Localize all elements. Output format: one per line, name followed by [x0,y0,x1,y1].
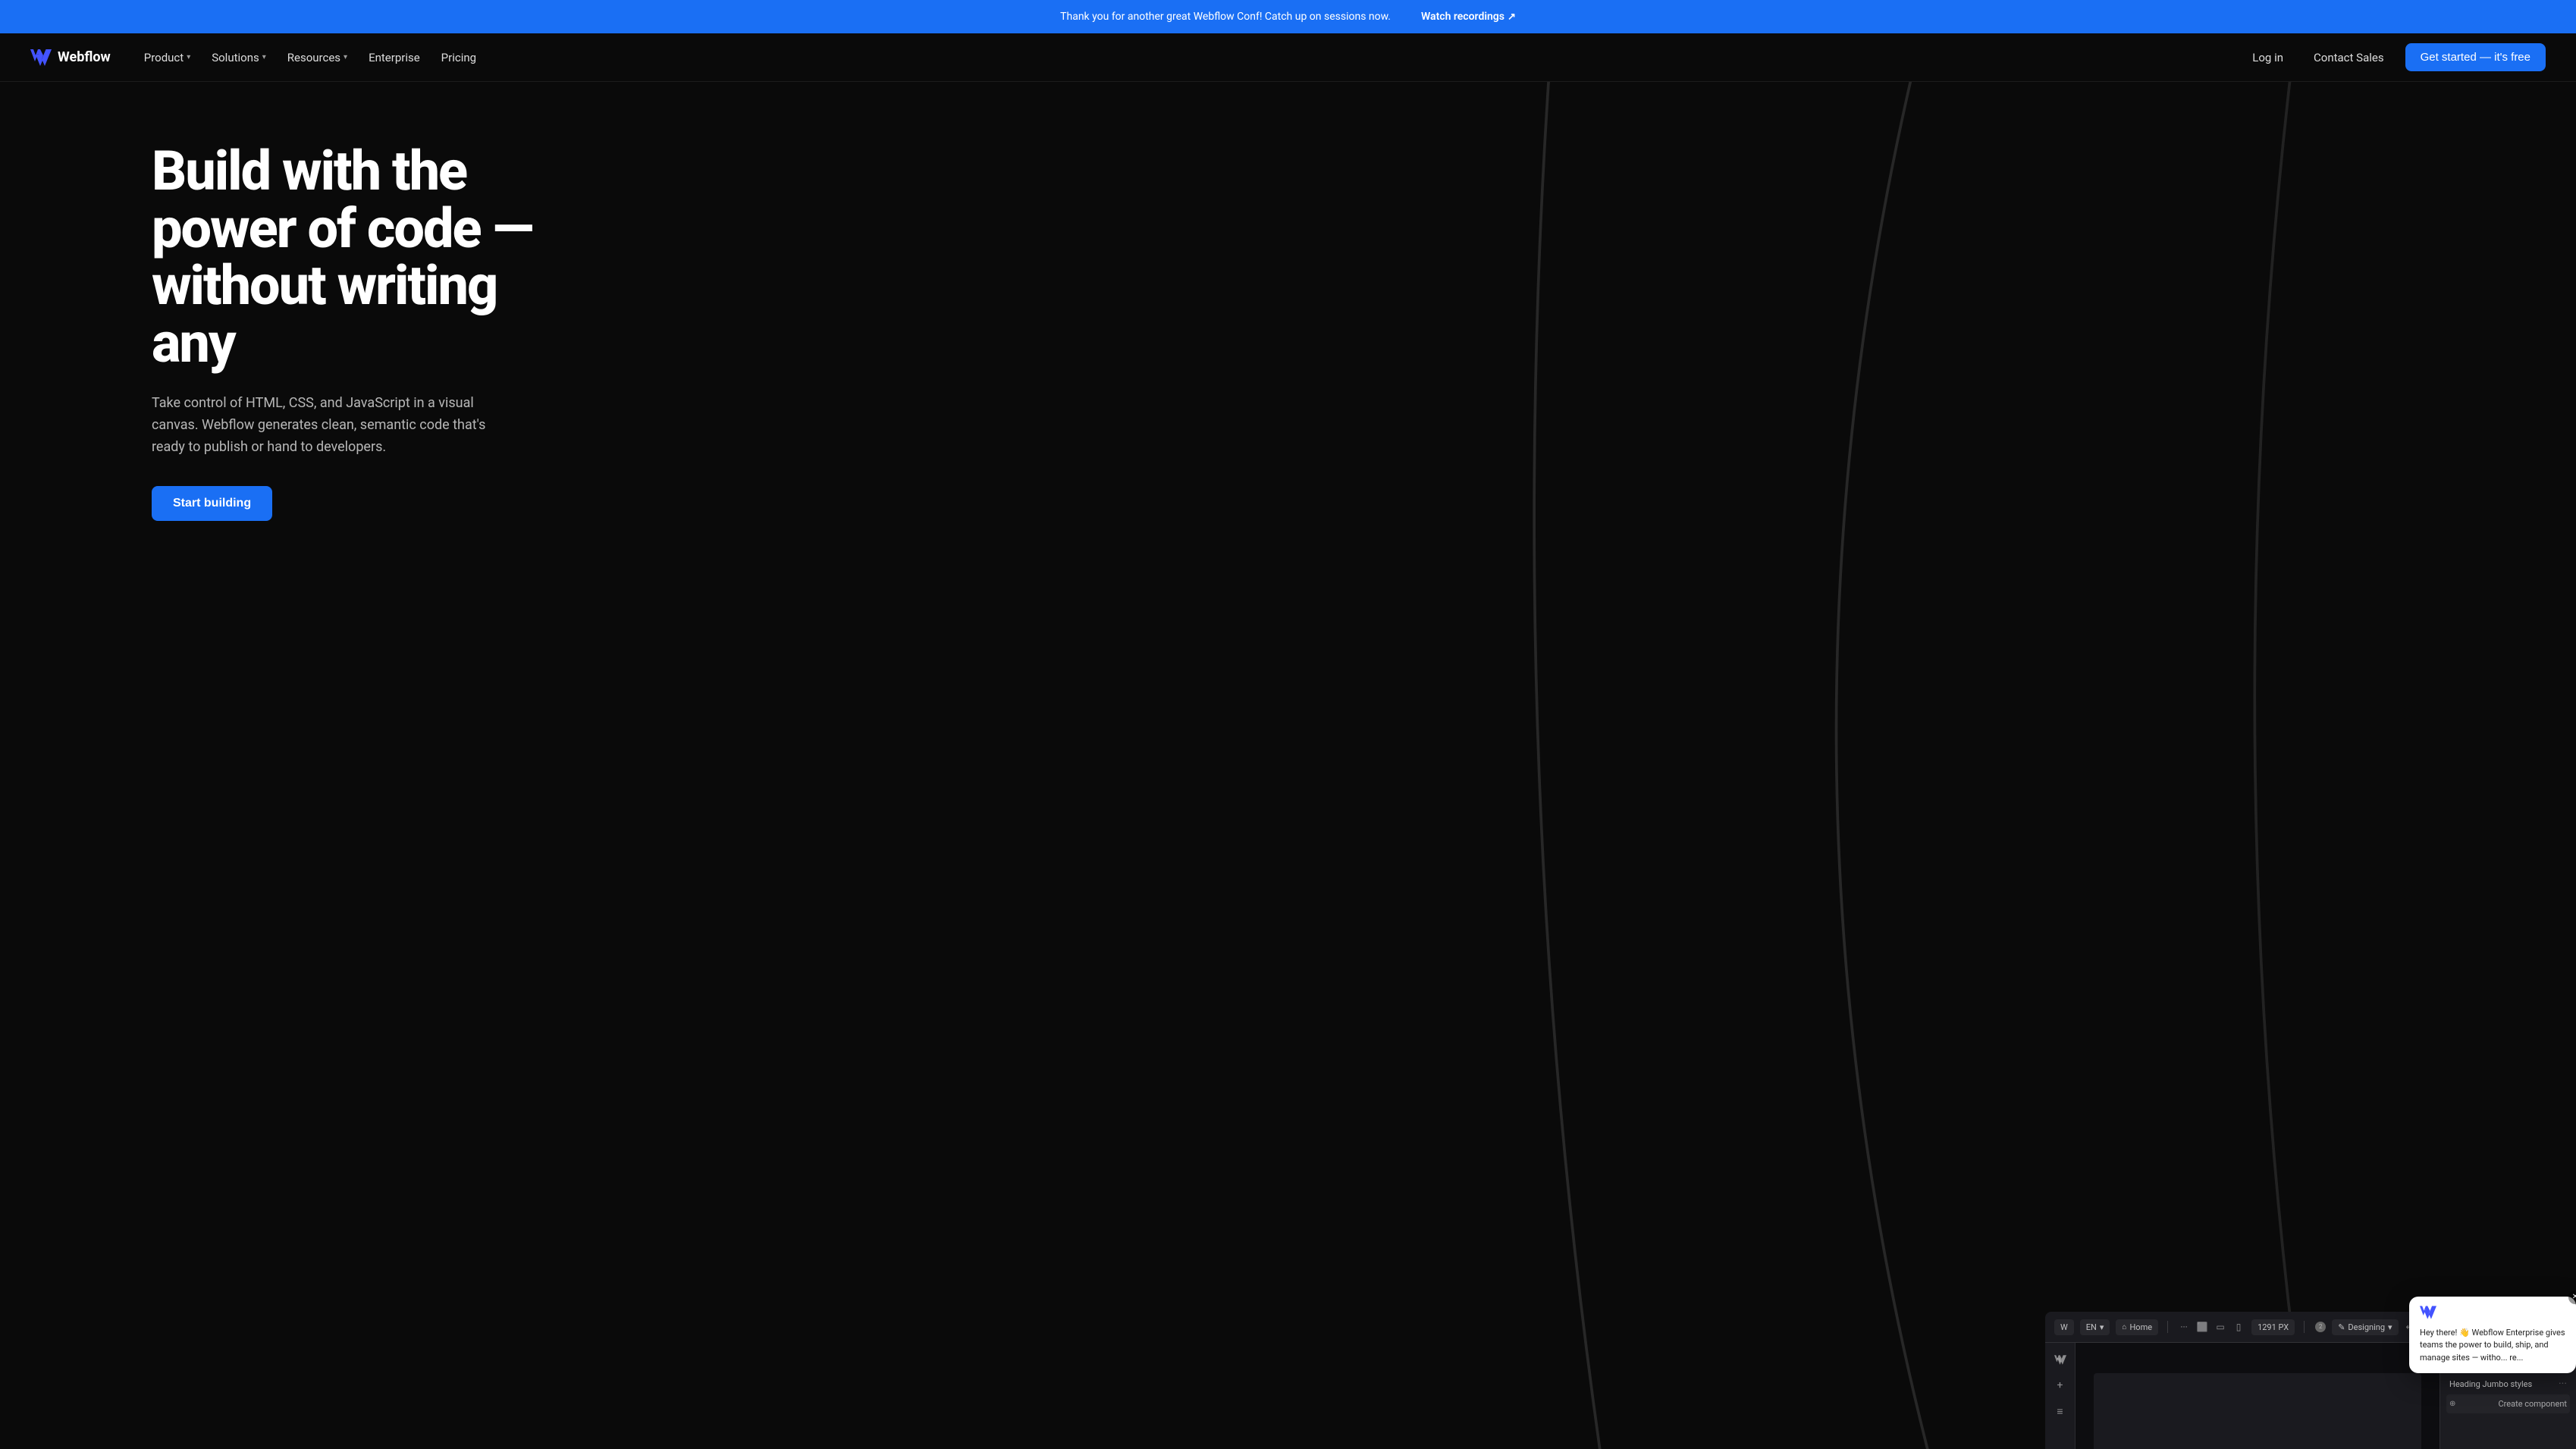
product-chevron: ▾ [187,53,190,61]
hero-section: Build with the power of code — without w… [0,82,2576,1449]
mobile-icon[interactable]: ▯ [2232,1320,2245,1334]
toolbar-dots-icon[interactable]: ··· [2177,1320,2191,1334]
start-building-button[interactable]: Start building [152,486,272,521]
create-component-label: Create component [2499,1399,2567,1409]
toolbar-separator-2 [2304,1321,2305,1333]
get-started-button[interactable]: Get started — it's free [2405,43,2546,71]
chat-webflow-logo [2420,1306,2436,1319]
toolbar-page[interactable]: ⌂ Home [2116,1319,2158,1335]
editor-layers-icon[interactable]: ≡ [2050,1400,2071,1422]
webflow-logo-icon [30,49,52,66]
nav-links: Product ▾ Solutions ▾ Resources ▾ Enterp… [135,45,485,71]
hero-content: Build with the power of code — without w… [152,143,576,521]
chat-text: Hey there! 👋 Webflow Enterprise gives te… [2420,1327,2565,1365]
toolbar-separator-1 [2167,1321,2168,1333]
resources-chevron: ▾ [344,53,347,61]
announcement-text: Thank you for another great Webflow Conf… [1060,11,1391,23]
nav-product[interactable]: Product ▾ [135,45,199,71]
logo-link[interactable]: Webflow [30,49,111,66]
hero-subtitle: Take control of HTML, CSS, and JavaScrip… [152,393,516,458]
editor-canvas[interactable] [2076,1343,2440,1449]
desktop-icon[interactable]: ⬜ [2195,1320,2209,1334]
webflow-small-icon [2054,1355,2066,1365]
login-link[interactable]: Log in [2243,45,2292,71]
toolbar-px: 1291 PX [2251,1319,2295,1335]
solutions-chevron: ▾ [262,53,266,61]
hero-background [902,82,2576,1449]
nav-left: Webflow Product ▾ Solutions ▾ Resources … [30,45,485,71]
editor-mockup: W EN ▾ ⌂ Home ··· ⬜ ▭ ▯ 1291 PX [2045,1312,2576,1449]
style-row-heading: Heading Jumbo styles ··· [2446,1373,2570,1394]
toolbar-users-icon: 2 [2314,1320,2327,1334]
home-icon: ⌂ [2122,1323,2126,1331]
watch-recordings-link[interactable]: Watch recordings [1421,11,1516,23]
nav-pricing[interactable]: Pricing [432,45,485,71]
tablet-icon[interactable]: ▭ [2214,1320,2227,1334]
style-row-component[interactable]: ⊕ Create component [2446,1394,2570,1413]
nav-resources[interactable]: Resources ▾ [278,45,356,71]
editor-logo-icon[interactable] [2050,1349,2071,1370]
design-mode-chevron: ▾ [2388,1322,2392,1332]
toolbar-design-mode[interactable]: ✎ Designing ▾ [2332,1319,2398,1335]
chat-bubble: ✕ Hey there! 👋 Webflow Enterprise gives … [2409,1297,2576,1374]
announcement-bar: Thank you for another great Webflow Conf… [0,0,2576,33]
editor-add-icon[interactable]: + [2050,1375,2071,1396]
toolbar-logo: W [2054,1319,2074,1335]
logo-text: Webflow [58,49,111,65]
toolbar-device-icons: ··· ⬜ ▭ ▯ [2177,1320,2245,1334]
editor-left-panel: + ≡ [2045,1343,2076,1449]
nav-right: Log in Contact Sales Get started — it's … [2243,43,2546,71]
editor-right-content: Heading Jumbo styles ··· ⊕ Create compon… [2440,1367,2576,1419]
pen-icon: ✎ [2338,1322,2345,1332]
component-icon: ⊕ [2449,1400,2455,1408]
nav-solutions[interactable]: Solutions ▾ [202,45,275,71]
lang-chevron: ▾ [2100,1322,2104,1332]
canvas-content-area [2094,1373,2421,1449]
contact-sales-link[interactable]: Contact Sales [2305,45,2393,71]
nav-enterprise[interactable]: Enterprise [359,45,429,71]
chat-close-button[interactable]: ✕ [2568,1291,2576,1304]
hero-title: Build with the power of code — without w… [152,143,576,372]
more-options-icon[interactable]: ··· [2559,1378,2567,1390]
hero-curves-svg [902,82,2576,1449]
toolbar-lang[interactable]: EN ▾ [2080,1319,2110,1335]
main-nav: Webflow Product ▾ Solutions ▾ Resources … [0,33,2576,82]
heading-style-label: Heading Jumbo styles [2449,1379,2532,1389]
